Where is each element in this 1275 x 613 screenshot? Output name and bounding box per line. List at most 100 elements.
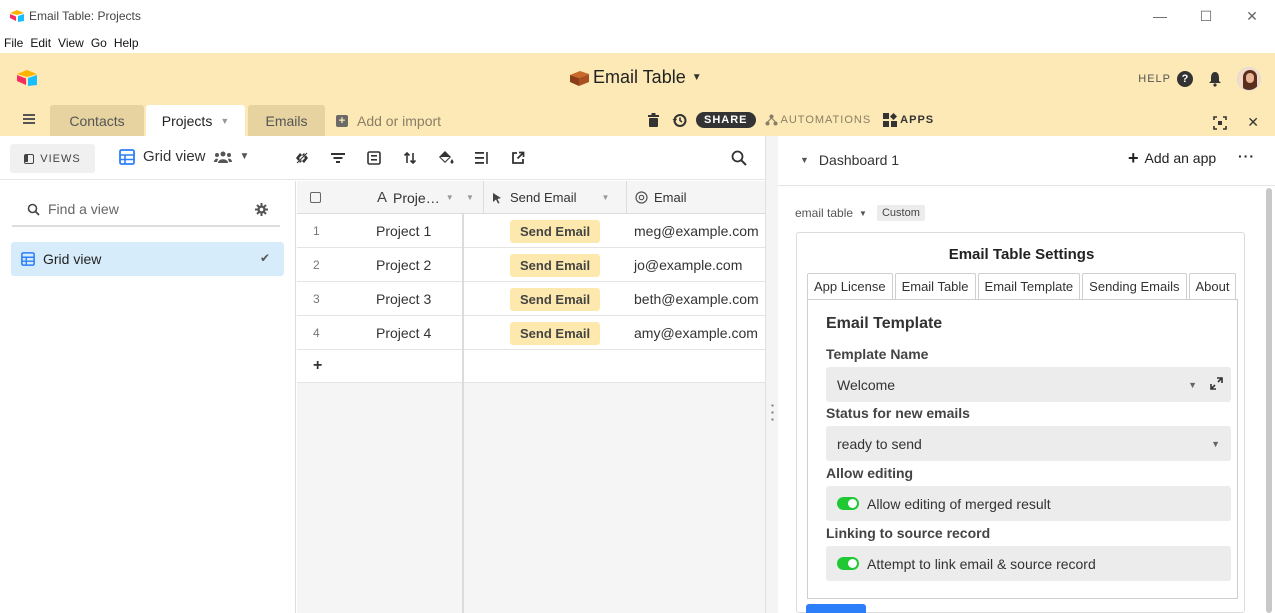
add-or-import-button[interactable]: + Add or import: [336, 113, 441, 129]
hide-fields-icon[interactable]: [294, 150, 310, 166]
airtable-home-icon[interactable]: [16, 69, 38, 87]
app-name-menu[interactable]: email table ▼ Custom: [795, 205, 925, 221]
settings-tabs: App License Email Table Email Template S…: [807, 273, 1238, 299]
table-row[interactable]: 3 Project 3 Send Email beth@example.com: [297, 282, 765, 316]
tab-email-table[interactable]: Email Table: [894, 273, 976, 299]
history-icon[interactable]: [672, 113, 687, 128]
chevron-down-icon: ▼: [239, 151, 250, 162]
dashboard-scrollbar[interactable]: [1266, 188, 1272, 613]
dashboard-title: Dashboard 1: [818, 152, 900, 168]
airtable-logo-icon: [10, 10, 24, 22]
close-window-button[interactable]: ✕: [1229, 0, 1275, 32]
send-email-button[interactable]: Send Email: [510, 219, 601, 243]
column-header-project[interactable]: A Proje… ▼: [363, 181, 462, 214]
share-button[interactable]: SHARE: [696, 112, 756, 128]
email-cell[interactable]: beth@example.com: [634, 282, 759, 316]
email-cell[interactable]: amy@example.com: [634, 316, 758, 350]
sidebar-item-label: Grid view: [43, 251, 102, 267]
allow-editing-toggle-row[interactable]: Allow editing of merged result: [826, 486, 1231, 521]
menu-file[interactable]: File: [4, 36, 23, 50]
status-select[interactable]: ready to send ▼: [826, 426, 1231, 461]
primary-action-button[interactable]: [806, 604, 866, 613]
tab-sending-emails[interactable]: Sending Emails: [1082, 273, 1187, 299]
sidebar-item-grid-view[interactable]: Grid view ✔: [11, 242, 284, 276]
table-row[interactable]: 2 Project 2 Send Email jo@example.com: [297, 248, 765, 282]
column-header-send-email[interactable]: Send Email ▼: [484, 181, 627, 214]
tab-app-license[interactable]: App License: [807, 273, 893, 299]
add-record-row[interactable]: +: [297, 350, 765, 383]
records-grid: A Proje… ▼ ▼ Send Email ▼ Email 1 Projec…: [297, 181, 765, 613]
row-number: 1: [313, 224, 320, 238]
apps-button[interactable]: APPS: [883, 113, 934, 127]
view-name: Grid view: [143, 148, 206, 165]
panel-resize-handle[interactable]: [765, 136, 778, 613]
add-app-button[interactable]: + Add an app: [1128, 148, 1216, 168]
template-name-select[interactable]: Welcome ▼: [826, 367, 1231, 402]
tab-about[interactable]: About: [1188, 273, 1237, 299]
hamburger-menu-icon[interactable]: [23, 114, 35, 124]
menu-view[interactable]: View: [58, 36, 84, 50]
automations-button[interactable]: AUTOMATIONS: [765, 114, 872, 126]
view-toolbar: VIEWS Grid view ▼: [0, 136, 765, 180]
apps-icon: [883, 113, 898, 127]
find-view-input[interactable]: Find a view: [12, 193, 280, 227]
views-toggle-button[interactable]: VIEWS: [10, 144, 95, 173]
minimize-button[interactable]: —: [1137, 0, 1183, 32]
linking-toggle-row[interactable]: Attempt to link email & source record: [826, 546, 1231, 581]
fullscreen-icon[interactable]: [1213, 115, 1228, 130]
plus-box-icon: +: [336, 115, 348, 127]
email-cell[interactable]: jo@example.com: [634, 248, 742, 282]
trash-icon[interactable]: [648, 113, 659, 127]
column-name: Email: [654, 190, 687, 205]
user-avatar[interactable]: [1237, 67, 1261, 91]
chevron-down-icon: ▼: [445, 193, 454, 202]
dashboard-switcher[interactable]: ▼ Dashboard 1: [800, 152, 899, 168]
menu-edit[interactable]: Edit: [30, 36, 51, 50]
table-row[interactable]: 4 Project 4 Send Email amy@example.com: [297, 316, 765, 350]
toggle-switch[interactable]: [837, 557, 859, 570]
tab-projects[interactable]: Projects ▼: [146, 105, 245, 136]
send-email-button[interactable]: Send Email: [510, 321, 601, 345]
tab-emails[interactable]: Emails: [248, 105, 325, 136]
search-icon[interactable]: [731, 150, 747, 166]
template-name-label: Template Name: [826, 346, 929, 362]
project-cell[interactable]: Project 2: [376, 248, 431, 282]
toggle-switch[interactable]: [837, 497, 859, 510]
column-header-email[interactable]: Email: [627, 181, 765, 214]
close-dashboard-icon[interactable]: ✕: [1247, 114, 1259, 131]
sort-icon[interactable]: [402, 150, 418, 166]
help-link[interactable]: HELP: [1138, 73, 1171, 85]
more-options-icon[interactable]: ···: [1238, 148, 1255, 164]
text-field-icon: A: [377, 189, 388, 206]
send-email-button[interactable]: Send Email: [510, 253, 601, 277]
automations-icon: [765, 114, 778, 126]
project-cell[interactable]: Project 3: [376, 282, 431, 316]
tab-email-template[interactable]: Email Template: [977, 273, 1081, 299]
table-row[interactable]: 1 Project 1 Send Email meg@example.com: [297, 214, 765, 248]
row-height-icon[interactable]: [474, 150, 490, 166]
header-actions: HELP ?: [1138, 67, 1261, 91]
project-cell[interactable]: Project 4: [376, 316, 431, 350]
help-icon[interactable]: ?: [1177, 71, 1193, 87]
project-cell[interactable]: Project 1: [376, 214, 431, 248]
maximize-button[interactable]: ☐: [1183, 0, 1229, 32]
select-all-checkbox[interactable]: [297, 181, 363, 214]
menu-go[interactable]: Go: [91, 36, 107, 50]
send-email-button[interactable]: Send Email: [510, 287, 601, 311]
plus-icon: +: [1128, 148, 1139, 168]
expand-icon[interactable]: [1210, 377, 1223, 390]
collaborative-view-icon: [213, 151, 232, 163]
tab-contacts[interactable]: Contacts: [50, 105, 144, 136]
bell-icon[interactable]: [1207, 71, 1223, 87]
chevron-down-icon: ▼: [601, 193, 610, 202]
color-bucket-icon[interactable]: [438, 150, 454, 166]
filter-icon[interactable]: [330, 150, 346, 166]
group-icon[interactable]: [366, 150, 382, 166]
share-view-icon[interactable]: [510, 150, 526, 166]
gear-icon[interactable]: [255, 203, 268, 216]
email-template-panel: Email Template Template Name Welcome ▼ S…: [807, 299, 1238, 599]
email-cell[interactable]: meg@example.com: [634, 214, 759, 248]
menu-help[interactable]: Help: [114, 36, 139, 50]
base-name-menu[interactable]: Email Table ▼: [568, 67, 702, 88]
view-switcher[interactable]: Grid view ▼: [119, 148, 249, 165]
